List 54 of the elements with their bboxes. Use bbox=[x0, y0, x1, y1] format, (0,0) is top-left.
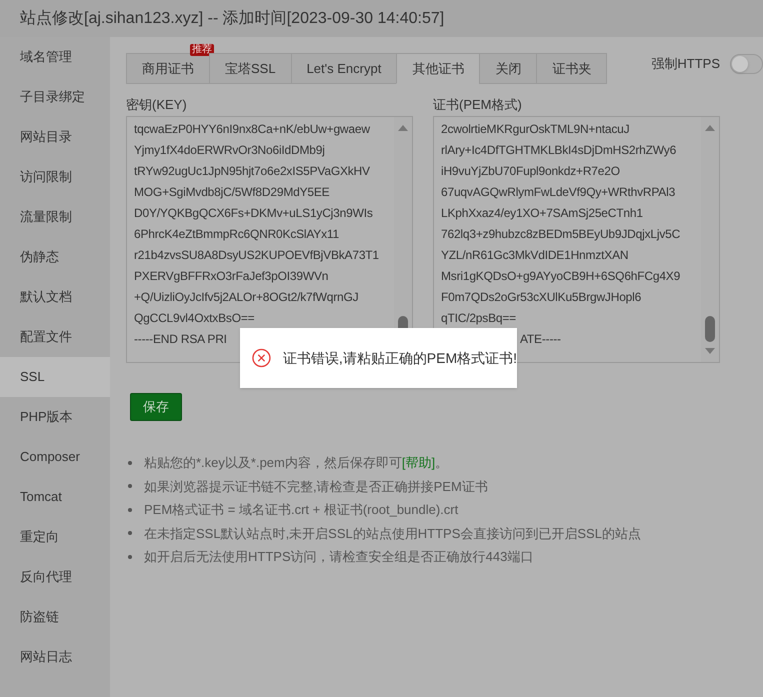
note-text: 如果浏览器提示证书链不完整,请检查是否正确拼接PEM证书 bbox=[144, 478, 488, 496]
text-line: PXERVgBFFRxO3rFaJef3pOI39WVn bbox=[134, 268, 328, 285]
note-text: 如开启后无法使用HTTPS访问，请检查安全组是否正确放行443端口 bbox=[144, 548, 534, 566]
window-title: 站点修改[aj.sihan123.xyz] -- 添加时间[2023-09-30 14:40:57] bbox=[0, 0, 763, 37]
text-line: ATE----- bbox=[520, 331, 561, 348]
bullet-icon bbox=[128, 531, 132, 536]
text-line: Msri1gKQDsO+g9AYyoCB9H+6SQ6hFCg4X9 bbox=[441, 268, 680, 285]
scroll-up-icon[interactable] bbox=[705, 125, 715, 131]
tab[interactable]: 证书夹 bbox=[536, 53, 608, 84]
scroll-thumb[interactable] bbox=[705, 316, 715, 342]
text-line: D0Y/YQKBgQCX6Fs+DKMv+uLS1yCj3n9WIs bbox=[134, 205, 373, 222]
text-line: qTIC/2psBq== bbox=[441, 310, 516, 327]
note-text: 。 bbox=[435, 454, 448, 472]
text-area[interactable] bbox=[126, 116, 413, 363]
note-text: PEM格式证书 = 域名证书.crt + 根证书(root_bundle).crt bbox=[144, 501, 458, 519]
tab[interactable]: 商用证书 bbox=[126, 53, 210, 84]
save-button[interactable]: 保存 bbox=[130, 393, 182, 421]
text-line: QgCCL9vl4OxtxBsO== bbox=[134, 310, 254, 327]
text-line: tqcwaEzP0HYY6nI9nx8Ca+nK/ebUw+gwaew bbox=[134, 121, 370, 138]
text-line: Yjmy1fX4doERWRvOr3No6iIdDMb9j bbox=[134, 142, 325, 159]
bullet-icon bbox=[128, 484, 132, 488]
scroll-up-icon[interactable] bbox=[398, 125, 408, 131]
text-line: F0m7QDs2oGr53cXUlKu5BrgwJHopl6 bbox=[441, 289, 642, 306]
text-line: MOG+SgiMvdb8jC/5Wf8D29MdY5EE bbox=[134, 184, 330, 201]
tab[interactable]: 其他证书 bbox=[396, 53, 480, 84]
scroll-down-icon[interactable] bbox=[705, 348, 715, 354]
help-link[interactable]: [帮助] bbox=[402, 453, 436, 472]
text-line: -----END RSA PRI bbox=[134, 331, 227, 348]
tab[interactable]: Let's Encrypt bbox=[290, 53, 398, 84]
text-line: 67uqvAGQwRlymFwLdeVf9Qy+WRthvRPAl3 bbox=[441, 184, 676, 201]
text-line: iH9vuYjZbU70Fupl9onkdz+R7e2O bbox=[441, 163, 620, 180]
note-text: 粘贴您的*.key以及*.pem内容，然后保存即可 bbox=[144, 454, 402, 472]
field-label: 证书(PEM格式) bbox=[433, 96, 523, 114]
text-line: 762lq3+z9hubzc8zBEDm5BEyUb9JDqjxLjv5C bbox=[441, 226, 680, 243]
text-line: 2cwolrtieMKRgurOskTML9N+ntacuJ bbox=[441, 121, 630, 138]
tab[interactable]: 宝塔SSL bbox=[209, 53, 292, 84]
field-label: 密钥(KEY) bbox=[126, 96, 188, 114]
bullet-icon bbox=[128, 554, 132, 559]
text-line: LKphXxaz4/ey1XO+7SAmSj25eCTnh1 bbox=[441, 205, 643, 222]
text-line: r21b4zvsSU8A8DsyUS2KUPOEVfBjVBkA73T1 bbox=[134, 247, 379, 264]
toast-message: 证书错误,请粘贴正确的PEM格式证书! bbox=[282, 348, 517, 368]
sidebar-item[interactable]: SSL bbox=[0, 357, 110, 397]
text-line: YZL/nR61Gc3MkVdIDE1HnmztXAN bbox=[441, 247, 628, 264]
note-text: 在未指定SSL默认站点时,未开启SSL的站点使用HTTPS会直接访问到已开启SSL的站点 bbox=[144, 524, 641, 542]
tab[interactable]: 关闭 bbox=[479, 53, 538, 84]
text-line: 6PhrcK4eZtBmmpRc6QNR0KcSlAYx11 bbox=[134, 226, 339, 243]
text-line: +Q/UizliOyJcIfv5j2ALOr+8OGt2/k7fWqrnGJ bbox=[134, 289, 358, 306]
toggle-switch[interactable] bbox=[730, 54, 763, 74]
toggle-label: 强制HTTPS bbox=[651, 55, 720, 74]
text-line: rlAry+Ic4DfTGHTMKLBkI4sDjDmHS2rhZWy6 bbox=[441, 142, 676, 159]
recommend-badge: 推荐 bbox=[190, 44, 214, 56]
bullet-icon bbox=[128, 460, 132, 465]
text-line: tRYw92ugUc1JpN95hjt7o6e2xIS5PVaGXkHV bbox=[134, 163, 370, 180]
bullet-icon bbox=[128, 508, 132, 512]
